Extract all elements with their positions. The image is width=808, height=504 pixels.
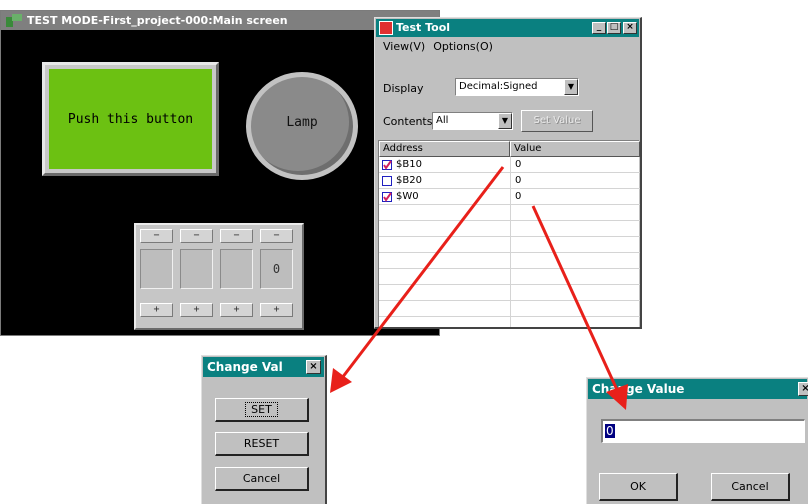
increment-button[interactable]: + (220, 303, 253, 317)
table-row[interactable]: $W0 0 (379, 190, 640, 205)
bit-device-icon (382, 160, 392, 170)
display-format-select[interactable]: Decimal:Signed ▼ (455, 78, 579, 96)
lamp-indicator: Lamp (246, 72, 358, 180)
table-row-empty (379, 254, 640, 269)
table-row-empty (379, 206, 640, 221)
set-value-button[interactable]: Set Value (521, 110, 593, 132)
menu-view[interactable]: View(V) (383, 40, 425, 56)
increment-button[interactable]: + (180, 303, 213, 317)
bit-device-icon (382, 176, 392, 186)
digit-display (220, 249, 253, 289)
change-val-titlebar[interactable]: Change Val × (203, 357, 324, 377)
table-row-empty (379, 270, 640, 285)
word-device-icon (382, 192, 392, 202)
column-header-value[interactable]: Value (510, 141, 640, 157)
set-button-label: SET (245, 402, 278, 417)
lamp-label: Lamp (286, 115, 318, 130)
address-cell: $B10 (396, 159, 422, 170)
column-header-address[interactable]: Address (379, 141, 510, 157)
decrement-button[interactable]: − (180, 229, 213, 243)
change-value-title: Change Value (592, 382, 685, 396)
change-val-title: Change Val (207, 360, 283, 374)
value-input-text: 0 (605, 424, 615, 438)
set-button[interactable]: SET (215, 398, 309, 422)
arrow-head (330, 368, 352, 393)
contents-value: All (436, 115, 449, 126)
app-icon (6, 14, 22, 27)
ok-button[interactable]: OK (599, 473, 678, 501)
increment-button[interactable]: + (140, 303, 173, 317)
display-label: Display (383, 82, 424, 95)
device-table: Address Value $B10 0 $B20 0 $W0 0 (378, 140, 640, 327)
value-cell: 0 (515, 159, 522, 170)
table-row-empty (379, 302, 640, 317)
numeric-input-panel: − − − − 0 + + + + (134, 223, 304, 330)
change-val-dialog: Change Val × SET RESET Cancel (201, 355, 327, 504)
table-row[interactable]: $B20 0 (379, 174, 640, 189)
value-input[interactable]: 0 (601, 419, 805, 443)
contents-select[interactable]: All ▼ (432, 112, 513, 130)
decrement-button[interactable]: − (140, 229, 173, 243)
decrement-button[interactable]: − (260, 229, 293, 243)
table-row[interactable]: $B10 0 (379, 158, 640, 173)
push-button-label: Push this button (49, 69, 212, 169)
menu-options[interactable]: Options(O) (433, 40, 493, 56)
close-icon[interactable]: × (306, 360, 321, 374)
close-icon[interactable]: × (623, 22, 637, 34)
chevron-down-icon[interactable]: ▼ (564, 79, 578, 95)
address-cell: $B20 (396, 175, 422, 186)
digit-display (140, 249, 173, 289)
change-value-titlebar[interactable]: Change Value × (588, 379, 808, 399)
minimize-icon[interactable]: _ (592, 22, 606, 34)
reset-button[interactable]: RESET (215, 432, 309, 456)
value-cell: 0 (515, 191, 522, 202)
address-cell: $W0 (396, 191, 419, 202)
maximize-icon[interactable]: □ (607, 22, 621, 34)
cancel-button[interactable]: Cancel (711, 473, 790, 501)
table-row-empty (379, 222, 640, 237)
push-button[interactable]: Push this button (42, 62, 219, 176)
menu-bar: View(V) Options(O) (383, 40, 493, 56)
contents-label: Contents (383, 115, 433, 128)
table-row-empty (379, 238, 640, 253)
display-format-value: Decimal:Signed (459, 81, 538, 92)
table-row-empty (379, 286, 640, 301)
digit-display (180, 249, 213, 289)
chevron-down-icon[interactable]: ▼ (498, 113, 512, 129)
cancel-button[interactable]: Cancel (215, 467, 309, 491)
digit-display: 0 (260, 249, 293, 289)
increment-button[interactable]: + (260, 303, 293, 317)
value-cell: 0 (515, 175, 522, 186)
change-value-dialog: Change Value × 0 OK Cancel (586, 377, 808, 504)
decrement-button[interactable]: − (220, 229, 253, 243)
test-tool-title: Test Tool (396, 21, 451, 34)
close-icon[interactable]: × (798, 382, 808, 396)
test-tool-icon (379, 21, 393, 35)
main-window-title: TEST MODE-First_project-000:Main screen (27, 14, 288, 27)
test-tool-titlebar[interactable]: Test Tool _ □ × (376, 19, 639, 37)
